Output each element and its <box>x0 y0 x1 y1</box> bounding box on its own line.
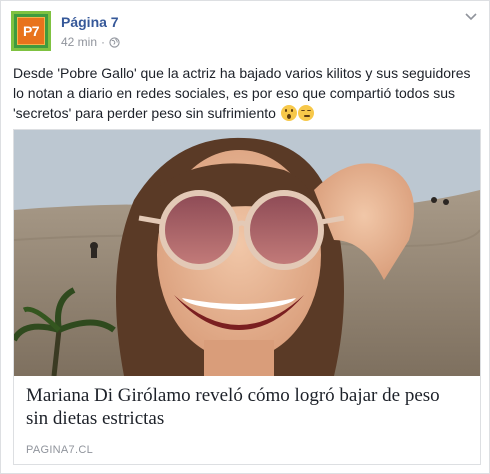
page-avatar[interactable]: P7 <box>11 11 51 51</box>
link-preview-text[interactable]: Mariana Di Girólamo reveló cómo logró ba… <box>14 376 480 464</box>
article-photo-illustration <box>14 130 480 376</box>
article-domain: PAGINA7.CL <box>26 444 93 456</box>
meta-separator: · <box>101 35 106 49</box>
post-message-text: Desde 'Pobre Gallo' que la actriz ha baj… <box>13 65 471 121</box>
globe-icon[interactable] <box>109 36 120 48</box>
article-headline[interactable]: Mariana Di Girólamo reveló cómo logró ba… <box>26 384 466 430</box>
page-name-link[interactable]: Página 7 <box>61 14 119 30</box>
post-timestamp[interactable]: 42 min <box>61 35 97 49</box>
link-preview-card[interactable]: Mariana Di Girólamo reveló cómo logró ba… <box>13 129 481 465</box>
page-logo: P7 <box>17 17 45 45</box>
astonished-face-emoji <box>280 105 297 121</box>
post-message: Desde 'Pobre Gallo' que la actriz ha baj… <box>13 63 479 123</box>
facebook-post: P7 Página 7 42 min · Desde 'Pobre Gallo'… <box>0 0 490 474</box>
page-logo-text: P7 <box>22 23 40 39</box>
smirking-face-emoji <box>297 105 314 121</box>
article-photo[interactable] <box>14 130 480 376</box>
chevron-down-icon[interactable] <box>465 13 477 21</box>
post-meta: 42 min · <box>61 35 120 49</box>
